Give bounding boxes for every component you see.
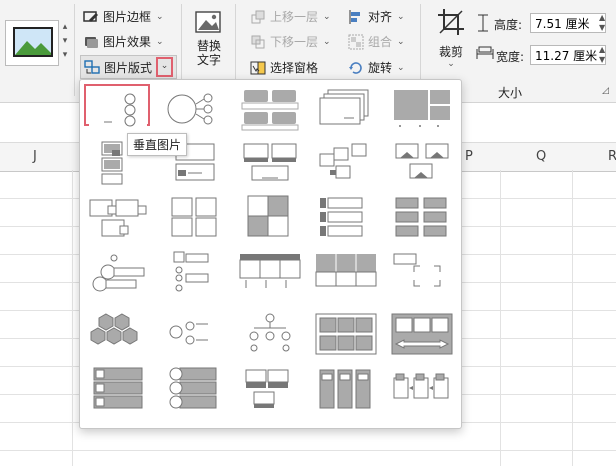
- send-backward-button[interactable]: 下移一层 ⌄: [250, 33, 331, 50]
- selection-pane-button[interactable]: 选择窗格: [250, 59, 318, 76]
- layout-circular-picture-callout[interactable]: [86, 250, 150, 296]
- height-label: 高度:: [494, 18, 523, 32]
- layout-title-picture-lineup[interactable]: [238, 250, 302, 296]
- picture-style-gallery[interactable]: [5, 20, 59, 66]
- alt-text-label-2: 文字: [196, 53, 221, 67]
- layout-framed-text-picture[interactable]: [390, 250, 454, 296]
- layout-stacked-frames[interactable]: [314, 86, 378, 132]
- bring-forward-icon: [251, 10, 265, 23]
- picture-layout-gallery: [79, 79, 462, 429]
- alt-text-icon: [195, 11, 221, 33]
- picture-border-label: 图片边框: [103, 10, 152, 24]
- layout-picture-accent-list[interactable]: [86, 366, 150, 412]
- alt-text-button[interactable]: 替换 文字: [192, 10, 226, 70]
- chevron-down-icon[interactable]: ⌄: [397, 12, 405, 22]
- width-input[interactable]: [530, 45, 606, 65]
- gridline: [0, 450, 616, 451]
- selection-pane-label: 选择窗格: [270, 61, 319, 75]
- height-icon: [478, 14, 488, 32]
- rotate-icon: [349, 61, 362, 74]
- chevron-down-icon[interactable]: ⌄: [434, 60, 468, 69]
- chevron-down-icon[interactable]: ⌄: [397, 63, 405, 73]
- column-header-q[interactable]: Q: [536, 149, 546, 164]
- width-label: 宽度:: [496, 50, 525, 64]
- chevron-down-icon: ⌄: [323, 36, 331, 47]
- layout-circle-list[interactable]: [162, 366, 226, 412]
- chevron-down-icon: ⌄: [397, 36, 405, 47]
- rotate-label: 旋转: [368, 61, 393, 75]
- alt-text-label-1: 替换: [196, 39, 221, 53]
- layout-circle-picture-hierarchy[interactable]: [238, 310, 302, 356]
- tooltip: 垂直图片: [127, 133, 188, 156]
- layout-captioned-pictures[interactable]: [86, 194, 150, 240]
- picture-effects-label: 图片效果: [103, 35, 152, 49]
- picture-border-icon: [83, 10, 98, 22]
- layout-caption-grid[interactable]: [238, 86, 302, 132]
- layout-hexagon-cluster[interactable]: [86, 310, 150, 356]
- picture-border-button[interactable]: 图片边框 ⌄: [83, 8, 164, 25]
- send-backward-label: 下移一层: [270, 35, 319, 49]
- group-label: 组合: [368, 35, 393, 49]
- bring-forward-button[interactable]: 上移一层 ⌄: [250, 8, 331, 25]
- layout-picture-grid[interactable]: [390, 86, 454, 132]
- layout-picture-lineup[interactable]: [390, 194, 454, 240]
- layout-bubble-picture-list[interactable]: [162, 310, 226, 356]
- picture-layout-label: 图片版式: [104, 60, 153, 75]
- layout-vertical-picture-blocks[interactable]: [314, 366, 378, 412]
- layout-picture-process[interactable]: [390, 366, 454, 412]
- bring-forward-label: 上移一层: [270, 10, 319, 24]
- layout-horizontal-picture-list[interactable]: [314, 194, 378, 240]
- layout-picture-strips[interactable]: [238, 194, 302, 240]
- column-header-j[interactable]: J: [33, 149, 37, 164]
- align-label: 对齐: [368, 10, 393, 24]
- layout-continuous-picture-list[interactable]: [390, 310, 454, 356]
- layout-circle-accent[interactable]: [162, 86, 226, 132]
- picture-effects-button[interactable]: 图片效果 ⌄: [83, 33, 164, 50]
- layout-vertical-picture-list[interactable]: [84, 84, 150, 127]
- align-button[interactable]: 对齐 ⌄: [348, 8, 405, 25]
- crop-button[interactable]: 裁剪 ⌄: [434, 8, 468, 72]
- send-backward-icon: [251, 35, 265, 48]
- chevron-down-icon: ⌄: [323, 11, 331, 22]
- selection-pane-icon: [250, 61, 266, 74]
- layout-picture-frame-grid[interactable]: [314, 250, 378, 296]
- chevron-down-icon[interactable]: ⌄: [156, 37, 164, 47]
- picture-effects-icon: [85, 36, 98, 48]
- column-header-p[interactable]: P: [465, 149, 473, 164]
- rotate-button[interactable]: 旋转 ⌄: [348, 59, 405, 76]
- column-header-r[interactable]: R: [608, 149, 616, 164]
- chevron-down-icon[interactable]: ⌄: [156, 12, 164, 22]
- spin-up-icon[interactable]: ▲ ▼: [599, 13, 605, 33]
- group-icon: [348, 34, 364, 49]
- picture-layout-icon: [84, 60, 100, 74]
- dialog-launcher-icon[interactable]: ◿: [602, 86, 609, 96]
- align-icon: [349, 9, 360, 24]
- group-button[interactable]: 组合 ⌄: [348, 33, 405, 50]
- layout-picture-quad[interactable]: [162, 194, 226, 240]
- picture-layout-dropdown-arrow[interactable]: ⌄: [156, 57, 174, 77]
- landscape-thumbnail-icon: [13, 27, 53, 57]
- spin-down-icon[interactable]: ▲ ▼: [599, 45, 605, 65]
- height-input[interactable]: [530, 13, 606, 33]
- layout-picture-organization[interactable]: [162, 250, 226, 296]
- layout-alternating-picture-blocks[interactable]: [238, 366, 302, 412]
- width-icon: [476, 46, 494, 59]
- picture-layout-button[interactable]: 图片版式 ⌄: [80, 55, 178, 79]
- crop-icon: [438, 9, 464, 35]
- separator: [74, 4, 75, 96]
- layout-picture-accent-blocks[interactable]: [390, 140, 454, 186]
- layout-picture-blocks-row[interactable]: [314, 310, 378, 356]
- gallery-scroll[interactable]: ▴ ▾ ▾: [59, 20, 71, 64]
- crop-label: 裁剪: [438, 45, 463, 59]
- layout-snapshot-picture[interactable]: [314, 140, 378, 186]
- layout-titled-picture-blocks[interactable]: [238, 140, 302, 186]
- size-group-label: 大小: [498, 86, 523, 100]
